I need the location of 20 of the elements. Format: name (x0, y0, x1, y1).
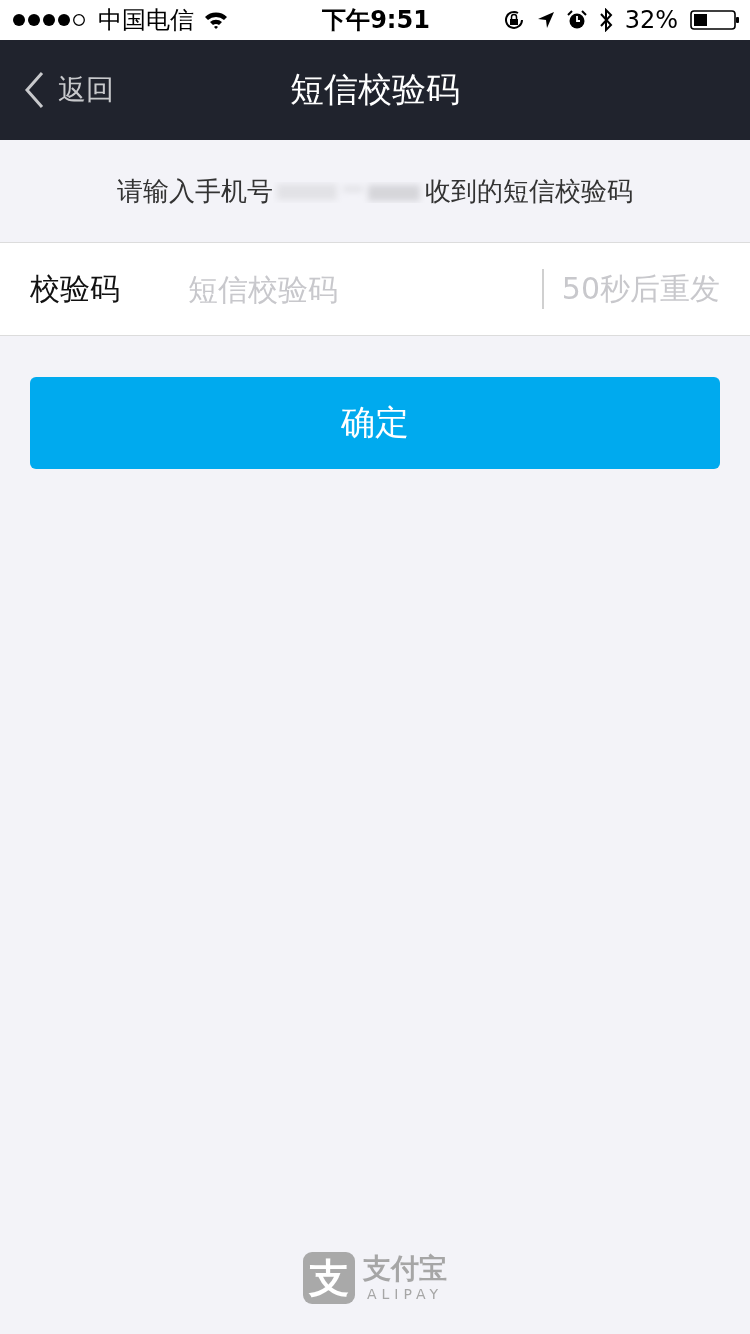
status-time: 下午9:51 (322, 5, 430, 36)
location-arrow-icon (536, 11, 555, 29)
confirm-button[interactable]: 确定 (30, 377, 720, 469)
battery-icon (690, 10, 740, 30)
instruction-text: 请输入手机号 (117, 174, 273, 208)
bluetooth-icon (598, 8, 613, 32)
logo-name: 支付宝 (363, 1253, 447, 1285)
logo-latin: ALIPAY (366, 1285, 444, 1303)
alarm-clock-icon (566, 10, 587, 30)
wifi-icon (204, 11, 228, 29)
instruction-text: 收到的短信校验码 (425, 174, 633, 208)
back-button[interactable]: 返回 (24, 71, 114, 109)
field-label: 校验码 (30, 269, 121, 308)
carrier-name: 中国电信 (98, 5, 194, 36)
chevron-left-icon (24, 71, 44, 109)
rotation-lock-icon (502, 9, 525, 31)
signal-icon (12, 13, 88, 27)
battery-percent: 32% (624, 6, 678, 34)
page-title: 短信校验码 (290, 68, 460, 111)
logo-mark: 支 (303, 1252, 355, 1304)
